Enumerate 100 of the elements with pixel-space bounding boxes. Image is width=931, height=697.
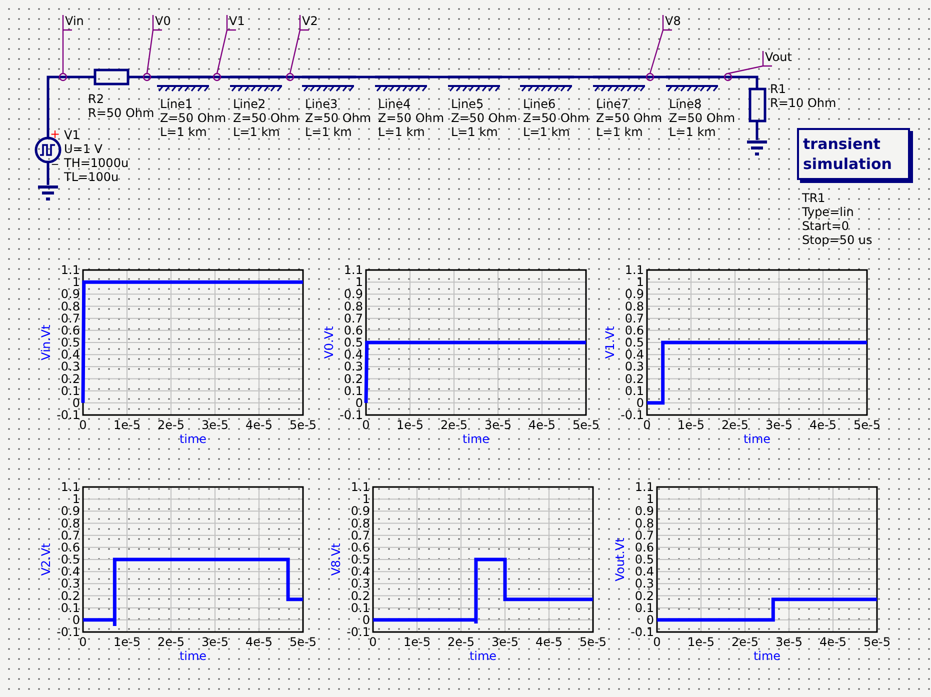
component-value: TL=100u (64, 170, 119, 184)
component-name: Line4 (378, 97, 411, 111)
transmission-line-icon (666, 76, 720, 92)
axis-label: V8.Vt (329, 543, 343, 576)
tick-label: 0 (636, 396, 644, 410)
component-value: Z=50 Ohm (233, 111, 300, 125)
axis-label: Vin.Vt (39, 324, 53, 360)
component-name: R2 (88, 92, 104, 106)
tick-label: 0.1 (624, 384, 644, 398)
tick-label: -0.1 (346, 625, 370, 639)
component-value: L=1 km (451, 125, 498, 139)
tick-label: 0.2 (624, 372, 644, 386)
tick-label: 5e-5 (864, 635, 890, 649)
probe-label: Vin (65, 14, 84, 28)
resistor-icon (748, 88, 766, 122)
tick-label: 1 (636, 275, 644, 290)
tick-label: 1e-5 (114, 635, 140, 649)
component-name: Line7 (596, 97, 629, 111)
tick-label: 0.5 (60, 552, 80, 566)
tick-label: 3e-5 (202, 635, 228, 649)
tick-label: 1e-5 (404, 635, 430, 649)
tick-label: 0.6 (350, 540, 370, 554)
axis-label: time (179, 432, 207, 446)
tick-label: 0 (362, 418, 370, 432)
component-name: TR1 (802, 191, 826, 205)
simulation-title: transient (803, 134, 882, 154)
component-value: L=1 km (160, 125, 207, 139)
tick-label: 0.9 (344, 287, 363, 302)
axis-label: V2.Vt (39, 543, 53, 576)
tick-label: 0.9 (634, 504, 654, 518)
tick-label: 2e-5 (158, 418, 184, 432)
tick-label: 0.8 (350, 516, 370, 530)
transmission-line-icon (375, 76, 429, 92)
tick-label: 0.3 (60, 360, 80, 374)
transmission-line-icon (593, 76, 647, 92)
tick-label: 5e-5 (854, 418, 880, 432)
tick-label: 0.4 (634, 564, 654, 579)
tick-label: 0.5 (350, 552, 370, 566)
tick-label: 2e-5 (158, 635, 184, 649)
tick-label: 0.8 (60, 299, 80, 314)
component-value: L=1 km (233, 125, 280, 139)
component-value: Start=0 (802, 219, 850, 233)
component-value: Z=50 Ohm (305, 111, 372, 125)
tick-label: 2e-5 (732, 635, 758, 649)
tick-label: 0.7 (624, 311, 644, 326)
tick-label: -0.1 (630, 625, 654, 639)
tick-label: 0.3 (624, 360, 644, 374)
tick-label: 0.6 (634, 540, 654, 554)
tick-label: 0.2 (344, 372, 363, 386)
component-value: R=50 Ohm (88, 106, 154, 120)
transmission-line-icon (520, 76, 574, 92)
tick-label: 0.7 (60, 311, 80, 326)
tick-label: 1 (72, 492, 80, 506)
probe-label: V8 (665, 14, 681, 28)
tick-label: 0 (646, 612, 654, 627)
axis-label: time (753, 649, 781, 663)
component-value: L=1 km (596, 125, 643, 139)
tick-label: 0.3 (350, 576, 370, 591)
tick-label: 0.9 (60, 504, 80, 518)
tick-label: 0.9 (60, 287, 80, 302)
tick-label: 1 (72, 275, 80, 290)
tick-label: 0.9 (624, 287, 644, 302)
tick-label: 5e-5 (290, 635, 316, 649)
tick-label: 1.1 (344, 263, 363, 277)
tick-label: 1e-5 (688, 635, 714, 649)
tick-label: 4e-5 (246, 635, 272, 649)
tick-label: 3e-5 (484, 418, 512, 432)
tick-label: 0 (72, 612, 80, 627)
tick-label: 1.1 (350, 480, 370, 494)
transmission-line-icon (230, 76, 284, 92)
tick-label: 0.1 (634, 600, 654, 615)
tick-label: 4e-5 (528, 418, 556, 432)
tick-label: 0.7 (60, 528, 80, 542)
tick-label: 0.3 (634, 576, 654, 591)
tick-label: 4e-5 (820, 635, 846, 649)
tick-label: 0.2 (350, 588, 370, 603)
tick-label: 0 (79, 635, 87, 649)
component-value: TH=1000u (64, 156, 129, 170)
tick-label: 0.4 (624, 348, 644, 362)
resistor-icon (94, 68, 130, 86)
component-name: Line6 (523, 97, 556, 111)
tick-label: 0.1 (60, 600, 80, 615)
component-name: V1 (64, 128, 80, 142)
component-name: Line1 (160, 97, 193, 111)
tick-label: 0.4 (60, 348, 80, 362)
component-value: Z=50 Ohm (669, 111, 736, 125)
tick-label: 0.6 (624, 323, 644, 338)
tick-label: 5e-5 (290, 418, 316, 432)
tick-label: 0.6 (344, 323, 363, 338)
tick-label: 0.2 (60, 372, 80, 386)
tick-label: 0 (369, 635, 377, 649)
tick-label: -0.1 (56, 408, 80, 422)
tick-label: 0.4 (344, 348, 363, 362)
tick-label: -0.1 (620, 408, 644, 422)
tick-label: 3e-5 (202, 418, 228, 432)
tick-label: 0.6 (60, 540, 80, 554)
tick-label: 0.8 (634, 516, 654, 530)
tick-label: 4e-5 (536, 635, 562, 649)
tick-label: 0.2 (60, 588, 80, 603)
tick-label: 0.3 (60, 576, 80, 591)
